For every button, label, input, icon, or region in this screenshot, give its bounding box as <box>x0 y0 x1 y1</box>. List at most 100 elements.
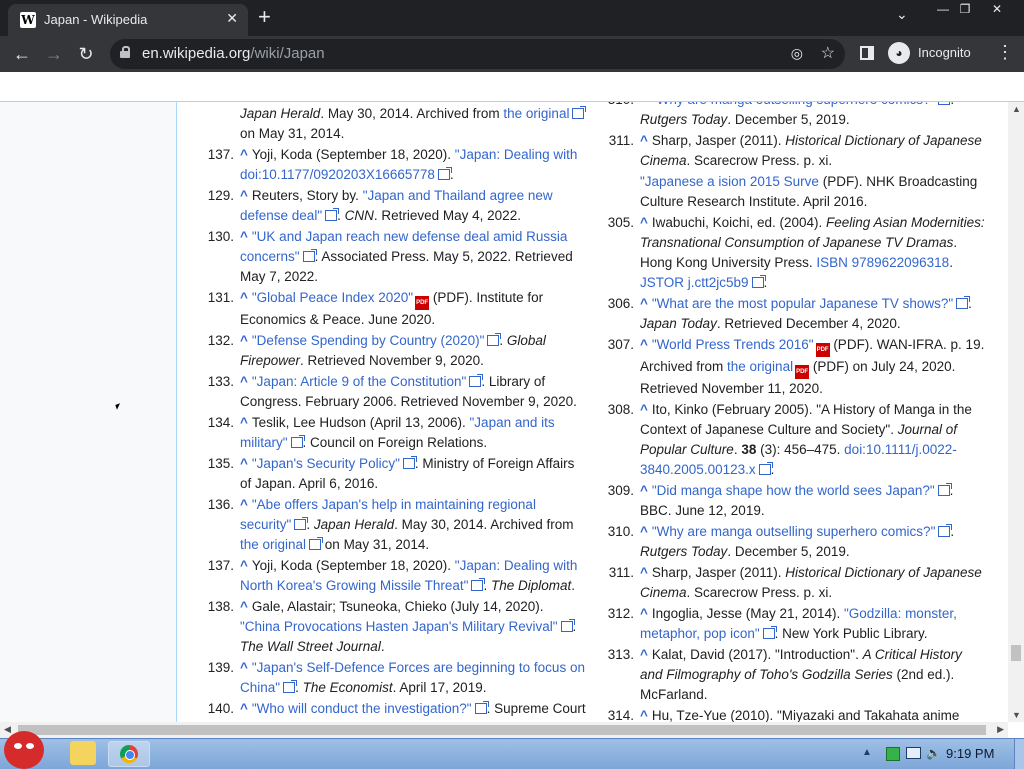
tab-japan-wikipedia[interactable]: W Japan - Wikipedia ✕ <box>8 4 248 36</box>
reference-link[interactable]: "Defense Spending by Country (2020)" <box>252 333 484 348</box>
reference-number: 306. <box>607 296 634 311</box>
network-icon[interactable] <box>906 747 921 759</box>
reference-link[interactable]: ision 2015 Surve <box>718 174 819 189</box>
backlink-caret[interactable]: ^ <box>240 333 248 348</box>
tab-search-chevron-icon[interactable]: ⌄ <box>896 6 908 23</box>
backlink-caret[interactable]: ^ <box>240 660 248 675</box>
reference-text: . May 30, 2014. Archived from <box>394 517 574 532</box>
backlink-caret[interactable]: ^ <box>640 565 648 580</box>
reference-item: 309. ^ "Did manga shape how the world sees… <box>576 481 988 521</box>
reference-item: 308. ^ Ito, Kinko (February 2005). "A Hist… <box>576 400 988 480</box>
browser-menu-icon[interactable]: ⋮ <box>996 42 1014 63</box>
reference-text: Ingoglia, Jesse (May 21, 2014). <box>651 606 844 621</box>
taskbar-clock[interactable]: 9:19 PM <box>946 746 994 761</box>
tab-close-icon[interactable]: ✕ <box>226 10 238 27</box>
horizontal-scrollbar[interactable]: ◀ ▶ <box>0 722 1008 738</box>
reference-link[interactable]: "China Provocations Hasten Japan's Milit… <box>240 619 558 634</box>
forward-arrow-icon[interactable]: → <box>42 42 66 66</box>
volume-icon[interactable]: 🔈 <box>926 746 941 760</box>
backlink-caret[interactable]: ^ <box>640 337 648 352</box>
left-sidebar <box>0 102 177 722</box>
backlink-caret[interactable]: ^ <box>240 558 248 573</box>
backlink-caret[interactable]: ^ <box>240 229 248 244</box>
pdf-icon: PDF <box>795 365 810 379</box>
reference-link[interactable]: the original <box>727 359 793 374</box>
reference-number: 139. <box>207 660 234 675</box>
reference-item: 305. ^ Iwabuchi, Koichi, ed. (2004). Feeli… <box>576 213 988 293</box>
backlink-caret[interactable]: ^ <box>640 296 648 311</box>
reference-link[interactable]: "Did manga shape how the world sees Japa… <box>652 483 935 498</box>
backlink-caret[interactable]: ^ <box>240 188 248 203</box>
backlink-caret[interactable]: ^ <box>240 701 248 716</box>
external-link-icon <box>474 701 489 714</box>
reference-text: . May 30, 2014. Archived from <box>320 106 504 121</box>
url-text[interactable]: en.wikipedia.org/wiki/Japan <box>142 45 325 62</box>
lock-icon[interactable] <box>120 46 130 58</box>
new-tab-plus-icon[interactable]: + <box>258 4 271 30</box>
reference-link[interactable]: "Why are manga outselling superhero comi… <box>652 102 935 107</box>
reference-link[interactable]: "Japanese a <box>640 174 715 189</box>
reference-text: Sharp, Jasper (2011). <box>651 565 786 580</box>
reference-link[interactable]: "Who will conduct the investigation?" <box>252 701 472 716</box>
backlink-caret[interactable]: ^ <box>640 133 648 148</box>
external-link-icon <box>283 680 298 693</box>
backlink-caret[interactable]: ^ <box>640 708 648 722</box>
vertical-scroll-thumb[interactable] <box>1011 645 1021 661</box>
tracking-blocked-eye-icon[interactable]: ◎ <box>791 45 803 62</box>
window-close-icon[interactable]: ✕ <box>982 0 1012 18</box>
reference-text: . Retrieved May 4, 2022. <box>373 208 521 223</box>
reference-link[interactable]: "World Press Trends 2016" <box>652 337 814 352</box>
reference-text: Sharp, Jasper (2011). <box>651 133 786 148</box>
backlink-caret[interactable]: ^ <box>240 456 248 471</box>
taskbar-folder-icon[interactable] <box>70 741 96 765</box>
start-button-bird-icon[interactable] <box>4 731 44 769</box>
reference-link[interactable]: doi:10.1177/0920203X16665778 <box>240 167 435 182</box>
incognito-label: Incognito <box>918 45 971 60</box>
restore-icon[interactable]: ❐ <box>950 0 980 18</box>
reference-link[interactable]: "Global Peace Index 2020" <box>252 290 413 305</box>
backlink-caret[interactable]: ^ <box>240 497 248 512</box>
backlink-caret[interactable]: ^ <box>640 483 648 498</box>
reference-text: . Scarecrow Press. p. xi. <box>686 585 833 600</box>
vertical-scrollbar[interactable]: ▲ ▼ <box>1008 102 1024 722</box>
horizontal-scroll-thumb[interactable] <box>18 725 986 735</box>
reference-link[interactable]: "Japan: Article 9 of the Constitution" <box>252 374 466 389</box>
scroll-down-arrow-icon[interactable]: ▼ <box>1012 710 1021 720</box>
back-arrow-icon[interactable]: ← <box>10 42 34 66</box>
backlink-caret[interactable]: ^ <box>640 215 648 230</box>
reference-link[interactable]: "Japan: Dealing with <box>455 147 578 162</box>
reference-link[interactable]: "What are the most popular Japanese TV s… <box>652 296 953 311</box>
reference-number: 310. <box>607 524 634 539</box>
backlink-caret[interactable]: ^ <box>640 402 648 417</box>
backlink-caret[interactable]: ^ <box>240 290 248 305</box>
reference-link[interactable]: the original <box>503 106 569 121</box>
scroll-right-arrow-icon[interactable]: ▶ <box>997 724 1004 735</box>
backlink-caret[interactable]: ^ <box>240 415 248 430</box>
show-desktop-button[interactable] <box>1014 739 1024 769</box>
tray-app-icon[interactable] <box>886 747 900 761</box>
backlink-caret[interactable]: ^ <box>640 102 648 107</box>
address-bar[interactable]: en.wikipedia.org/wiki/Japan ◎ ☆ <box>110 39 845 69</box>
backlink-caret[interactable]: ^ <box>640 647 648 662</box>
taskbar-chrome-button[interactable] <box>108 741 150 767</box>
backlink-caret[interactable]: ^ <box>640 524 648 539</box>
backlink-caret[interactable]: ^ <box>240 374 248 389</box>
backlink-caret[interactable]: ^ <box>640 606 648 621</box>
reload-icon[interactable]: ↻ <box>74 42 98 66</box>
side-panel-icon[interactable] <box>860 46 874 60</box>
reference-link[interactable]: JSTOR j.ctt2jc5b9 <box>640 275 749 290</box>
reference-text: Teslik, Lee Hudson (April 13, 2006). <box>251 415 470 430</box>
scroll-left-arrow-icon[interactable]: ◀ <box>4 724 11 735</box>
tray-expand-arrow-icon[interactable]: ▲ <box>862 747 872 758</box>
external-link-icon <box>956 296 971 309</box>
reference-link[interactable]: "Why are manga outselling superhero comi… <box>652 524 935 539</box>
reference-link[interactable]: ISBN 9789622096318 <box>816 255 949 270</box>
reference-link[interactable]: the original <box>240 537 306 552</box>
backlink-caret[interactable]: ^ <box>240 147 248 162</box>
bookmark-star-icon[interactable]: ☆ <box>821 43 835 63</box>
reference-item: 310. ^ "Why are manga outselling superhero… <box>576 522 988 562</box>
reference-link[interactable]: "Japan's Security Policy" <box>252 456 400 471</box>
backlink-caret[interactable]: ^ <box>240 599 248 614</box>
scroll-up-arrow-icon[interactable]: ▲ <box>1012 104 1021 114</box>
external-link-icon <box>302 249 317 262</box>
